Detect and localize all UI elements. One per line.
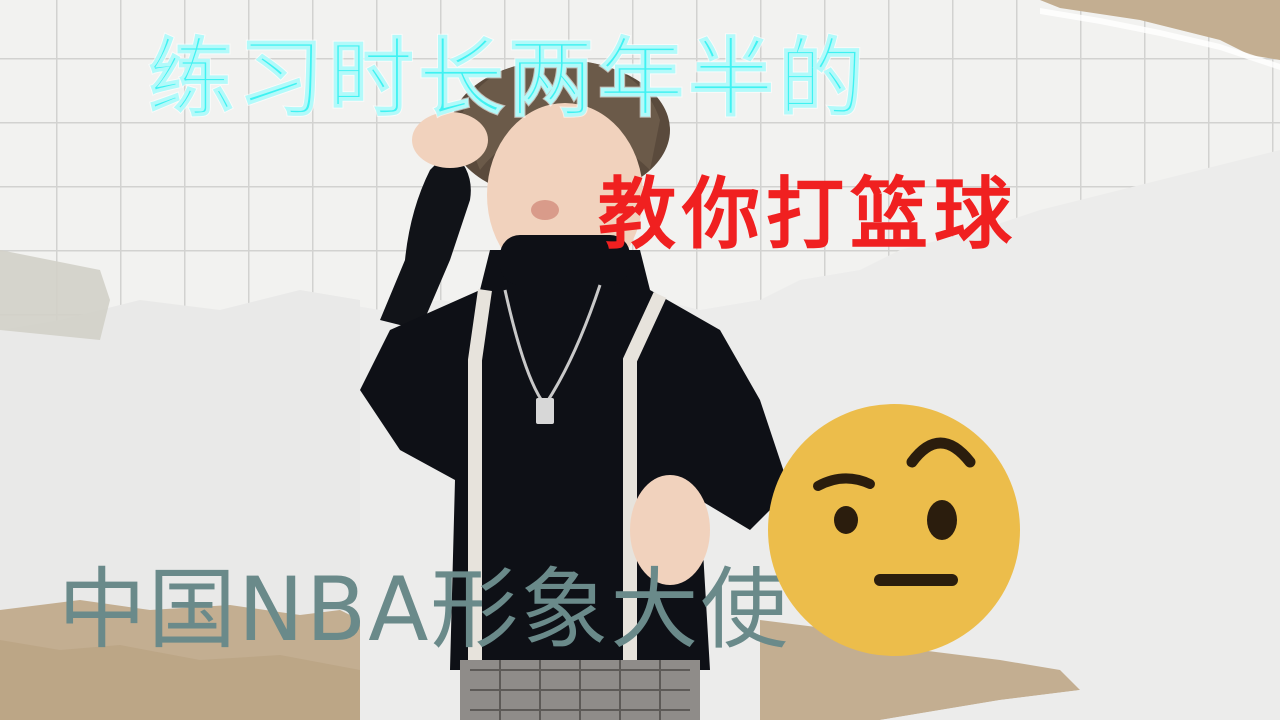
face-with-raised-eyebrow-icon (768, 404, 1020, 656)
necklace-pendant (536, 398, 554, 424)
caption-top: 练习时长两年半的 (147, 29, 868, 129)
caption-bottom: 中国NBA形象大使 (58, 558, 791, 661)
caption-middle: 教你打篮球 (598, 170, 1019, 260)
emoji-face (768, 404, 1020, 656)
meme-scene: 练习时长两年半的 教你打篮球 中国NBA形象大使 (0, 0, 1280, 720)
tape-strip-left (0, 250, 110, 340)
